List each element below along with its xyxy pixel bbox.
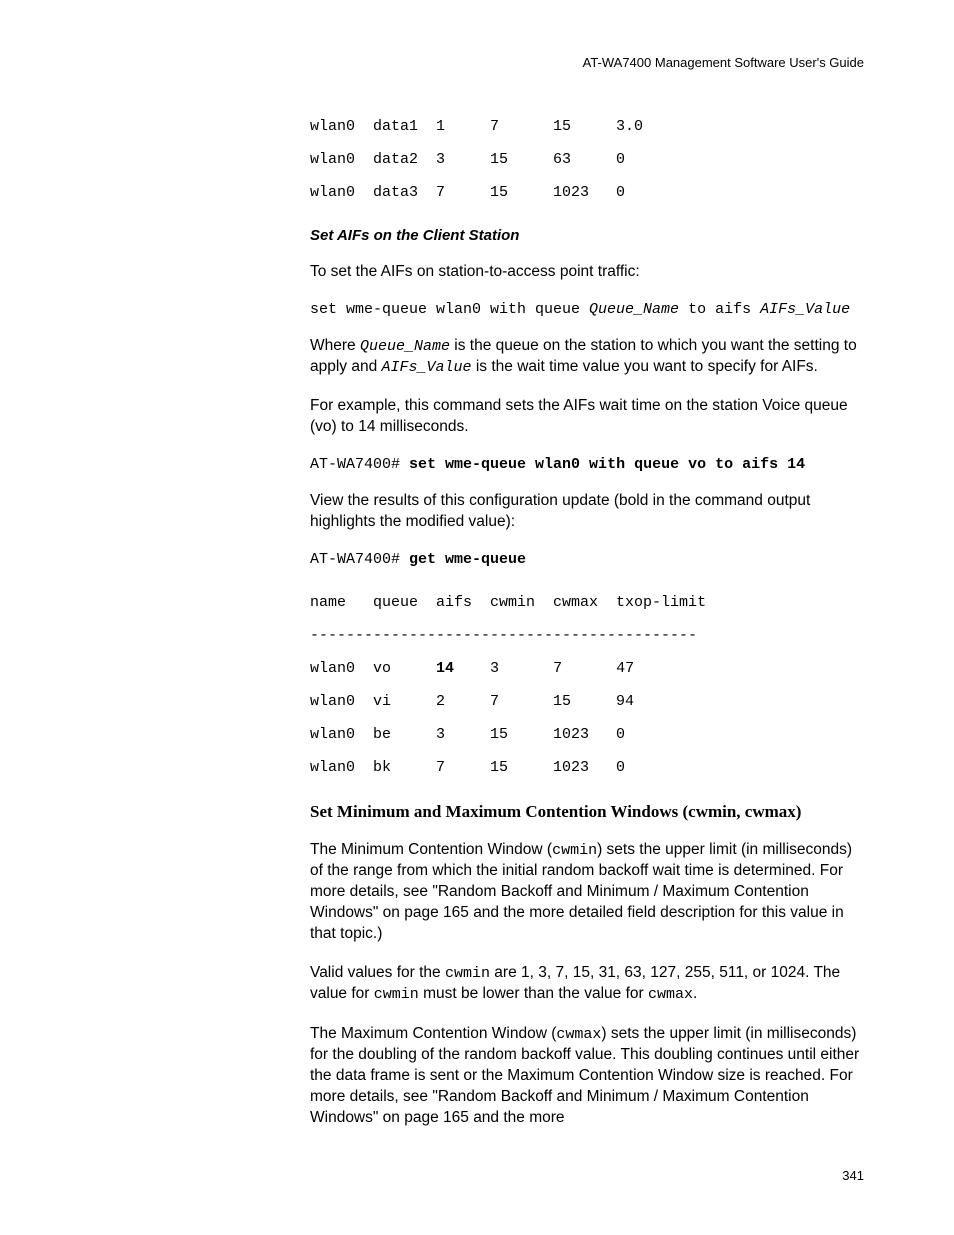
running-header: AT-WA7400 Management Software User's Gui… (310, 55, 864, 70)
heading-contention-windows: Set Minimum and Maximum Contention Windo… (310, 802, 864, 822)
heading-set-aifs: Set AIFs on the Client Station (310, 227, 864, 244)
paragraph: Where Queue_Name is the queue on the sta… (310, 336, 864, 379)
paragraph: For example, this command sets the AIFs … (310, 396, 864, 438)
document-page: AT-WA7400 Management Software User's Gui… (0, 0, 954, 1223)
paragraph: The Minimum Contention Window (cwmin) se… (310, 840, 864, 945)
syntax-line: set wme-queue wlan0 with queue Queue_Nam… (310, 301, 864, 318)
data-table-top: wlan0 data1 1 7 15 3.0 wlan0 data2 3 15 … (310, 110, 864, 209)
command-example-1: AT-WA7400# set wme-queue wlan0 with queu… (310, 456, 864, 473)
output-table: name queue aifs cwmin cwmax txop-limit -… (310, 586, 864, 784)
paragraph: To set the AIFs on station-to-access poi… (310, 262, 864, 283)
paragraph: View the results of this configuration u… (310, 491, 864, 533)
paragraph: The Maximum Contention Window (cwmax) se… (310, 1024, 864, 1129)
paragraph: Valid values for the cwmin are 1, 3, 7, … (310, 963, 864, 1006)
command-example-2: AT-WA7400# get wme-queue (310, 551, 864, 568)
page-number: 341 (310, 1168, 864, 1183)
